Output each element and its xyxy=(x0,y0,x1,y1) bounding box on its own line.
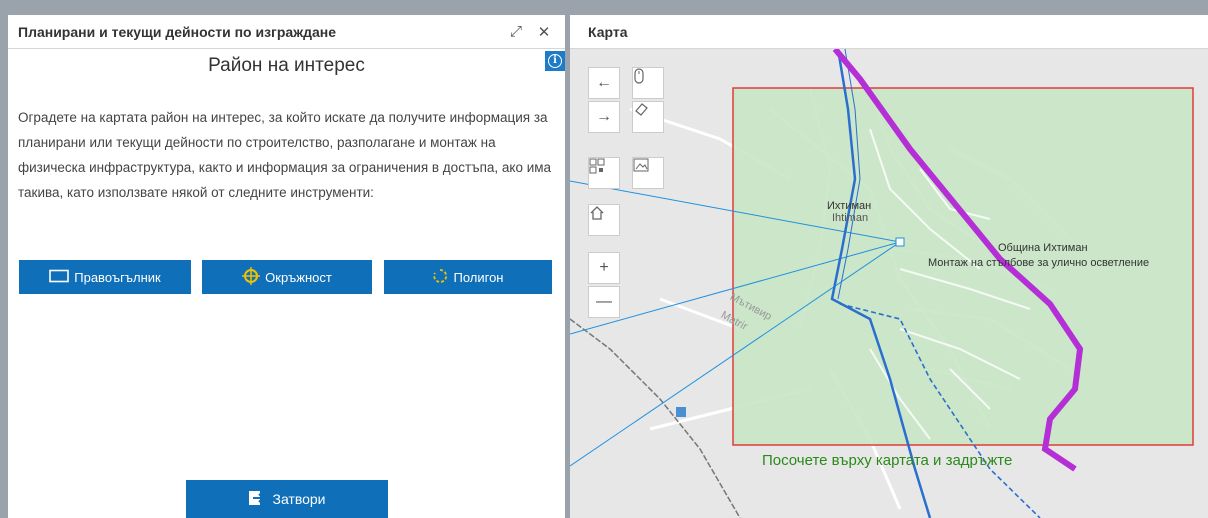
zoom-out-button[interactable]: — xyxy=(588,286,620,318)
planned-activities-panel: Планирани и текущи дейности по изграждан… xyxy=(8,15,565,518)
rectangle-button[interactable]: Правоъгълник xyxy=(19,260,191,294)
panel-title: Планирани и текущи дейности по изграждан… xyxy=(18,23,337,40)
selected-point xyxy=(895,237,905,247)
eraser-icon[interactable] xyxy=(632,101,664,133)
area-of-interest-title: Район на интерес xyxy=(208,55,365,76)
app-top-bar xyxy=(0,0,1208,9)
polygon-button-label: Полигон xyxy=(453,269,504,285)
close-icon[interactable]: ✕ xyxy=(533,21,555,43)
mouse-icon[interactable] xyxy=(632,67,664,99)
basemap-image-icon[interactable] xyxy=(632,157,664,189)
info-glyph: i xyxy=(548,54,562,68)
map-hint: Посочете върху картата и задръжте xyxy=(762,452,1013,469)
qr-code-icon[interactable] xyxy=(588,157,620,189)
station-icon xyxy=(676,407,686,417)
home-icon[interactable] xyxy=(588,204,620,236)
info-icon[interactable]: i xyxy=(545,51,565,71)
rectangle-icon xyxy=(49,269,70,286)
expand-icon[interactable]: ⤢ xyxy=(505,21,527,43)
zoom-in-button[interactable]: + xyxy=(588,252,620,284)
forward-arrow-icon[interactable]: → xyxy=(588,101,620,133)
back-arrow-icon[interactable]: ← xyxy=(588,67,620,99)
close-button[interactable]: Затвори xyxy=(186,480,388,518)
panel-header: Планирани и текущи дейности по изграждан… xyxy=(8,15,565,49)
circle-button[interactable]: Окръжност xyxy=(202,260,372,294)
rectangle-button-label: Правоъгълник xyxy=(74,269,161,285)
railway-line xyxy=(570,318,741,518)
map-title: Карта xyxy=(570,15,1208,49)
polygon-icon xyxy=(432,268,448,287)
map-canvas[interactable]: Ихтиман Ihtiman Община Ихтиман Монтаж на… xyxy=(570,49,1208,518)
city-label: Ихтиман xyxy=(827,200,872,212)
circle-button-label: Окръжност xyxy=(265,269,332,285)
close-button-label: Затвори xyxy=(272,491,326,507)
map-panel: Карта Ихтиман Ihtiman Община Ихтиман Мон… xyxy=(570,15,1208,518)
exit-icon xyxy=(248,490,265,509)
activity-label: Монтаж на стълбове за улично осветление xyxy=(928,257,1150,269)
municipality-label: Община Ихтиман xyxy=(998,242,1088,254)
circle-target-icon xyxy=(242,266,261,288)
instructions-text: Оградете на картата район на интерес, за… xyxy=(18,110,552,200)
city-label-latin: Ihtiman xyxy=(832,212,869,224)
map-graphics xyxy=(570,49,1194,518)
polygon-button[interactable]: Полигон xyxy=(384,260,552,294)
